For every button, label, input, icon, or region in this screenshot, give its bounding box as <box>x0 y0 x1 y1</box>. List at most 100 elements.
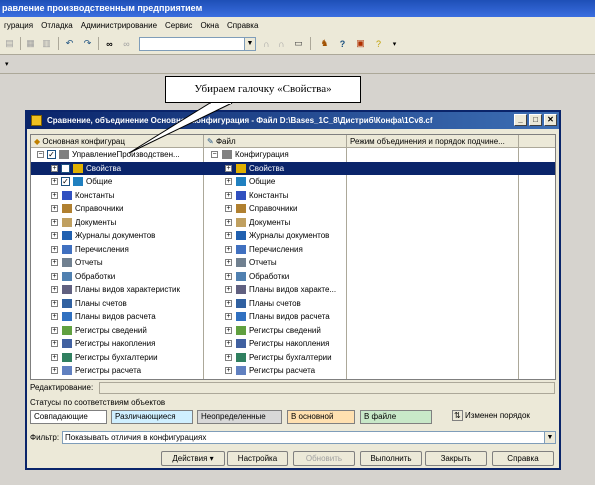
column-header-mode[interactable]: Режим объединения и порядок подчине... <box>347 135 519 148</box>
book-icon[interactable]: ▣ <box>354 37 367 50</box>
expand-icon[interactable]: + <box>225 353 232 361</box>
menu-service[interactable]: Сервис <box>161 21 196 30</box>
expand-icon[interactable]: + <box>51 164 58 172</box>
expand-icon[interactable]: + <box>51 191 58 199</box>
toolbar-search-combo[interactable]: ▼ <box>139 37 256 51</box>
tree-row[interactable]: +✓Журналы документов+Журналы документов <box>31 229 555 243</box>
execute-button[interactable]: Выполнить <box>360 451 422 466</box>
expand-icon[interactable]: + <box>225 178 232 185</box>
tree-row[interactable]: +✓Константы+Константы <box>31 189 555 203</box>
metadata-icon <box>62 204 72 213</box>
preview-icon[interactable]: ▥ <box>40 37 53 50</box>
close-icon[interactable]: ✕ <box>544 114 557 126</box>
expand-icon[interactable]: + <box>225 313 232 320</box>
tree-row[interactable]: +✓Планы видов расчета+Планы видов расчет… <box>31 310 555 324</box>
tree-row[interactable]: +✓Планы счетов+Планы счетов <box>31 297 555 311</box>
tree-row-selected[interactable]: + Свойства + Свойства <box>31 161 555 175</box>
expand-icon[interactable]: + <box>225 367 232 374</box>
tree-row[interactable]: +✓Планы видов характеристик+Планы видов … <box>31 283 555 297</box>
tree-row[interactable]: +✓Регистры накопления+Регистры накоплени… <box>31 337 555 351</box>
tree-row[interactable]: +✓Справочники+Справочники <box>31 202 555 216</box>
tree-row[interactable]: +✓Регистры бухгалтерии+Регистры бухгалте… <box>31 351 555 365</box>
redo-icon[interactable]: ↷ <box>81 37 94 50</box>
chevron-down-icon[interactable]: ▾ <box>5 60 9 68</box>
dropdown-arrow-icon[interactable]: ▼ <box>244 38 255 50</box>
filter-select[interactable]: Показывать отличия в конфигурациях ▼ <box>62 431 556 444</box>
expand-icon[interactable]: + <box>51 326 58 334</box>
expand-icon[interactable]: + <box>225 340 232 347</box>
tree-row[interactable]: +✓Регистры расчета+Регистры расчета <box>31 364 555 378</box>
expand-icon[interactable]: + <box>51 218 58 226</box>
collapse-icon[interactable]: − <box>37 151 44 158</box>
expand-icon[interactable]: + <box>51 340 58 347</box>
metadata-icon <box>236 312 246 321</box>
undo-icon[interactable]: ↶ <box>63 37 76 50</box>
copy-icon[interactable]: ▤ <box>3 37 16 50</box>
expand-icon[interactable]: + <box>225 218 232 226</box>
menu-help[interactable]: Справка <box>223 21 262 30</box>
expand-icon[interactable]: + <box>51 259 58 266</box>
expand-icon[interactable]: + <box>225 326 232 334</box>
expand-icon[interactable]: + <box>51 232 58 239</box>
dropdown-arrow-icon[interactable]: ▼ <box>544 432 555 443</box>
edit-field[interactable] <box>99 382 555 394</box>
tree-label-main: Справочники <box>75 204 124 213</box>
help-button[interactable]: Справка <box>492 451 554 466</box>
expand-icon[interactable]: + <box>51 299 58 307</box>
tree-row[interactable]: +✓Документы+Документы <box>31 216 555 230</box>
expand-icon[interactable]: + <box>225 245 232 253</box>
expand-icon[interactable]: + <box>225 232 232 239</box>
menu-administration[interactable]: Администрирование <box>77 21 161 30</box>
expand-icon[interactable]: + <box>51 367 58 374</box>
expand-icon[interactable]: + <box>51 178 58 185</box>
hint-icon[interactable]: ? <box>372 37 385 50</box>
expand-icon[interactable]: + <box>225 286 232 293</box>
menu-windows[interactable]: Окна <box>196 21 223 30</box>
expand-icon[interactable]: + <box>51 353 58 361</box>
minimize-button[interactable]: _ <box>514 114 527 126</box>
find-next-icon[interactable]: ∞ <box>120 37 133 50</box>
expand-icon[interactable]: + <box>51 313 58 320</box>
compare-checkbox[interactable]: ✓ <box>61 177 70 186</box>
menu-configuration[interactable]: гурация <box>0 21 37 30</box>
refresh-button[interactable]: Обновить <box>293 451 355 466</box>
expand-icon[interactable]: + <box>225 164 232 172</box>
menu-debug[interactable]: Отладка <box>37 21 77 30</box>
close-button[interactable]: Закрыть <box>425 451 487 466</box>
expand-icon[interactable]: + <box>225 259 232 266</box>
collapse-icon[interactable]: − <box>211 151 218 158</box>
syntax-help-icon[interactable]: ? <box>336 37 349 50</box>
expand-icon[interactable]: + <box>51 272 58 280</box>
legend-differing: Различающиеся <box>111 410 193 424</box>
tree-row[interactable]: + ✓ Общие + Общие <box>31 175 555 189</box>
column-header-extra <box>519 135 555 148</box>
compare-checkbox[interactable] <box>61 163 70 173</box>
search-up-icon[interactable]: ∩ <box>260 37 273 50</box>
settings-button[interactable]: Настройка <box>227 451 288 466</box>
tree-row[interactable]: +✓Отчеты+Отчеты <box>31 256 555 270</box>
actions-button[interactable]: Действия ▾ <box>161 451 225 466</box>
tree-row[interactable]: +✓Обработки+Обработки <box>31 270 555 284</box>
window-icon[interactable]: ▭ <box>292 37 305 50</box>
expand-icon[interactable]: + <box>225 205 232 212</box>
metadata-icon <box>236 190 246 200</box>
expand-icon[interactable]: + <box>225 299 232 307</box>
column-header-main[interactable]: ◆ Основная конфигурац <box>31 135 204 148</box>
binoculars-icon[interactable]: ∞ <box>103 37 116 50</box>
maximize-button[interactable]: □ <box>529 114 542 126</box>
wizard-icon[interactable]: ♞ <box>318 37 331 50</box>
tree-row[interactable]: +✓Перечисления+Перечисления <box>31 243 555 257</box>
expand-icon[interactable]: + <box>51 205 58 212</box>
tree-row[interactable]: +✓Регистры сведений+Регистры сведений <box>31 324 555 338</box>
tree-label-file: Регистры расчета <box>249 366 316 375</box>
column-header-file[interactable]: ✎ Файл <box>204 135 347 148</box>
print-icon[interactable]: ▦ <box>24 37 37 50</box>
expand-icon[interactable]: + <box>51 245 58 253</box>
expand-icon[interactable]: + <box>225 191 232 199</box>
expand-icon[interactable]: + <box>225 272 232 280</box>
compare-checkbox[interactable]: ✓ <box>47 150 56 159</box>
tree-row[interactable]: − ✓ УправлениеПроизводствен... − Конфигураци… <box>31 148 555 162</box>
expand-icon[interactable]: + <box>51 286 58 293</box>
chevron-down-icon[interactable]: ▾ <box>388 37 401 50</box>
search-down-icon[interactable]: ∩ <box>275 37 288 50</box>
